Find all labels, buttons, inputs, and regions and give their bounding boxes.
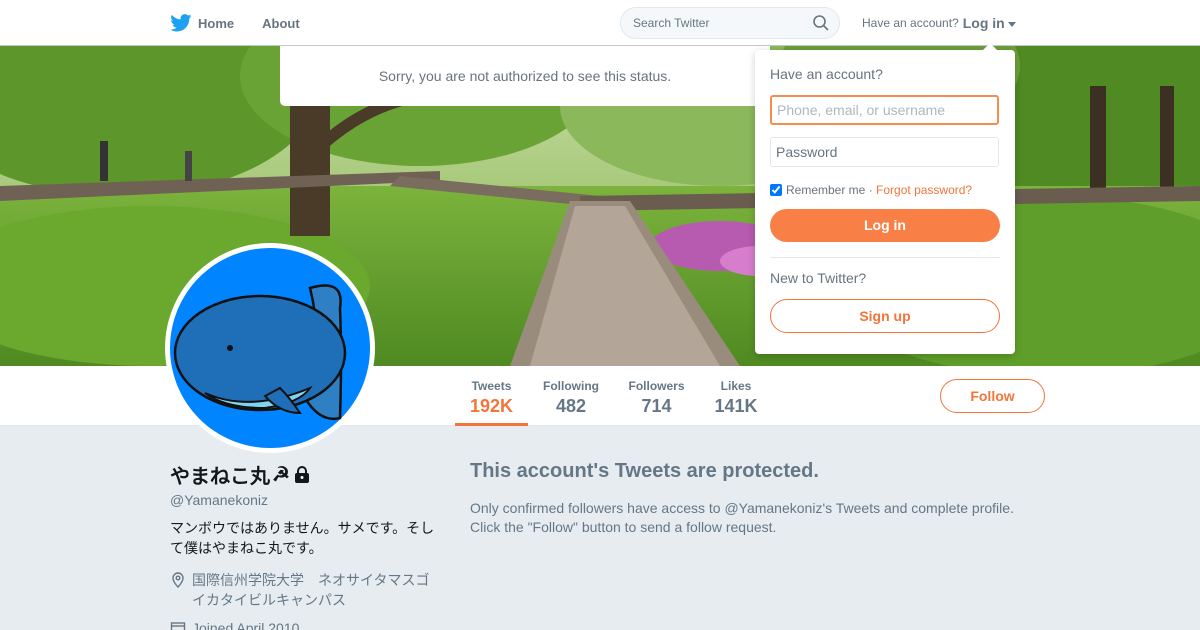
profile-joined-row: Joined April 2010 — [170, 618, 435, 630]
search-box — [620, 7, 840, 39]
forgot-password-link[interactable]: Forgot password? — [876, 183, 972, 197]
profile-name-row: やまねこ丸 ☭ — [170, 460, 435, 489]
follow-button[interactable]: Follow — [940, 379, 1045, 413]
profile-name[interactable]: やまねこ丸 — [170, 460, 270, 489]
stat-label: Tweets — [471, 379, 512, 393]
stat-tweets[interactable]: Tweets 192K — [455, 366, 528, 426]
nav-home-label: Home — [198, 15, 235, 31]
remember-me-label[interactable]: Remember me — [786, 183, 865, 197]
password-field[interactable] — [770, 137, 999, 167]
protected-line-1: Only confirmed followers have access to … — [470, 500, 1014, 516]
remember-me-checkbox[interactable] — [770, 184, 782, 196]
profile-card: やまねこ丸 ☭ @Yamanekoniz マンボウではありません。サメです。そし… — [170, 460, 435, 630]
stat-value: 714 — [641, 396, 672, 416]
profile-location: 国際信州学院大学 ネオサイタマスゴイカタイビルキャンパス — [192, 572, 430, 608]
location-pin-icon — [172, 572, 184, 588]
protected-line-2: Click the "Follow" button to send a foll… — [470, 519, 777, 535]
stat-value: 192K — [469, 396, 514, 416]
stat-value: 482 — [555, 396, 587, 416]
search-input[interactable] — [621, 8, 801, 38]
profile-name-emoji: ☭ — [272, 464, 290, 486]
unauthorized-notice: Sorry, you are not authorized to see thi… — [280, 46, 770, 106]
nav-about[interactable]: About — [262, 16, 300, 31]
stat-value: 141K — [714, 396, 758, 416]
remember-row: Remember me · Forgot password? — [770, 183, 1000, 197]
search-icon[interactable] — [813, 15, 829, 31]
nav-left: Home About — [170, 0, 328, 46]
avatar[interactable] — [165, 243, 375, 453]
username-field[interactable] — [770, 95, 999, 125]
profile-location-row: 国際信州学院大学 ネオサイタマスゴイカタイビルキャンパス — [170, 570, 435, 610]
protected-title: This account's Tweets are protected. — [470, 460, 819, 482]
calendar-icon — [170, 622, 186, 630]
lock-icon — [294, 465, 309, 483]
profile-joined: Joined April 2010 — [192, 620, 300, 630]
twitter-bird-icon — [170, 14, 192, 32]
stat-label: Likes — [720, 379, 752, 393]
new-to-twitter-text: New to Twitter? — [770, 270, 867, 286]
login-dropdown-title: Have an account? — [770, 66, 883, 82]
login-dropdown-toggle[interactable]: Log in — [963, 15, 1016, 31]
login-link-label: Log in — [962, 15, 1005, 31]
caret-down-icon — [1007, 21, 1016, 27]
dropdown-divider — [770, 257, 1000, 258]
stat-following[interactable]: Following 482 — [538, 366, 604, 426]
login-dropdown: Have an account? Remember me · Forgot pa… — [755, 43, 1015, 354]
stat-followers[interactable]: Followers 714 — [623, 366, 690, 426]
signup-button[interactable]: Sign up — [770, 299, 1000, 333]
account-area: Have an account? Log in — [862, 15, 1016, 31]
top-nav-bar: Home About Have an account? Log in — [0, 0, 1200, 46]
stat-label: Following — [543, 379, 599, 393]
stat-likes[interactable]: Likes 141K — [710, 366, 762, 426]
stat-label: Followers — [628, 379, 685, 393]
protected-description: Only confirmed followers have access to … — [470, 499, 1070, 537]
protected-message: This account's Tweets are protected. Onl… — [470, 460, 1070, 537]
remember-separator: · — [868, 183, 873, 197]
profile-handle[interactable]: @Yamanekoniz — [170, 492, 435, 508]
have-account-text: Have an account? — [862, 16, 959, 30]
login-button[interactable]: Log in — [770, 209, 1000, 242]
nav-about-label: About — [262, 15, 300, 31]
shark-avatar-image — [170, 248, 370, 448]
nav-home[interactable]: Home — [170, 14, 234, 32]
profile-bio: マンボウではありません。サメです。そして僕はやまねこ丸です。 — [170, 520, 435, 556]
